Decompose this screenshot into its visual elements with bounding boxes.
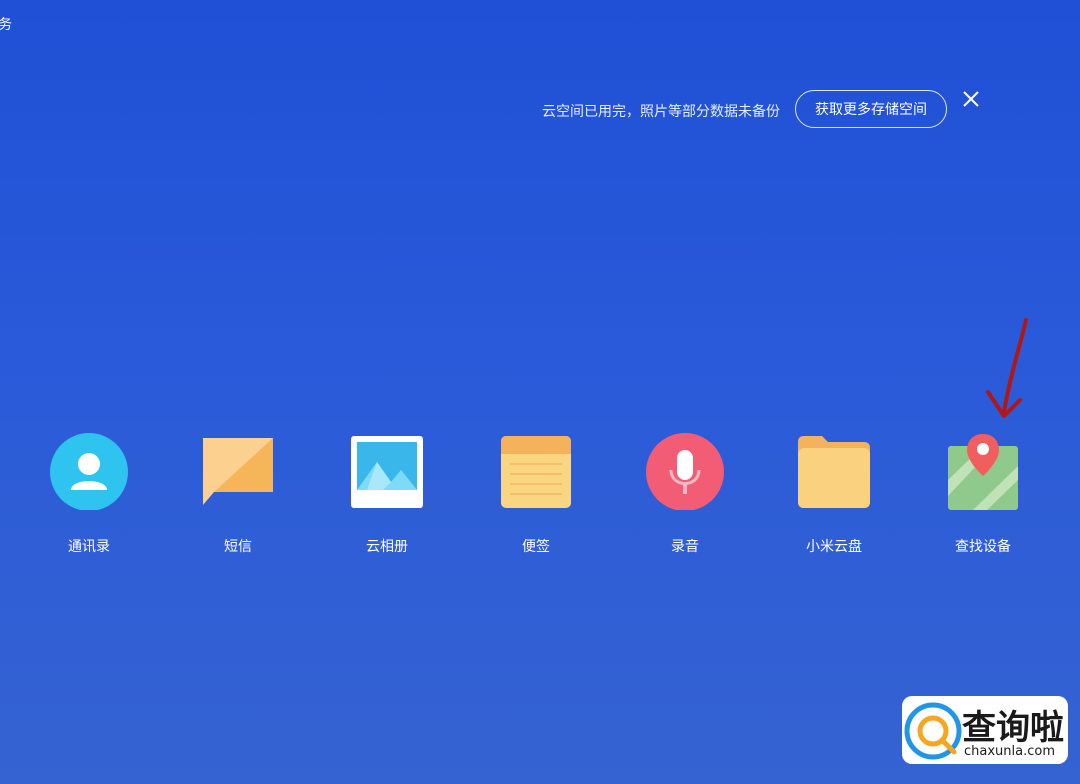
app-label: 便签 (522, 539, 550, 555)
cloud-drive-icon (798, 436, 870, 508)
close-icon[interactable] (960, 88, 982, 110)
watermark-url: chaxunla.com (964, 744, 1055, 759)
app-find-device[interactable]: 查找设备 (923, 430, 1043, 560)
app-label: 查找设备 (955, 539, 1011, 555)
watermark-title: 查询啦 (962, 708, 1064, 748)
app-label: 录音 (671, 539, 699, 555)
app-notes[interactable]: 便签 (476, 430, 596, 560)
storage-notice: 云空间已用完，照片等部分数据未备份 获取更多存储空间 (540, 90, 1040, 130)
messages-icon (203, 438, 273, 505)
find-device-icon (948, 434, 1018, 510)
app-label: 小米云盘 (806, 539, 862, 555)
site-watermark: 查询啦 chaxunla.com (902, 696, 1068, 764)
recorder-icon (646, 433, 724, 510)
app-label: 通讯录 (68, 539, 110, 555)
contacts-icon (50, 433, 128, 510)
notes-icon (501, 436, 571, 508)
app-contacts[interactable]: 通讯录 (29, 430, 149, 560)
get-more-storage-button[interactable]: 获取更多存储空间 (795, 90, 947, 128)
app-cloud-drive[interactable]: 小米云盘 (774, 430, 894, 560)
storage-notice-message: 云空间已用完，照片等部分数据未备份 (542, 104, 780, 120)
corner-text: 务 (0, 17, 12, 33)
app-recorder[interactable]: 录音 (625, 430, 745, 560)
app-grid: 通讯录 短信 云相册 便签 录音 小米云盘 查找设备 (0, 430, 1080, 570)
annotation-arrow-icon (986, 318, 1028, 418)
app-label: 短信 (224, 539, 252, 555)
app-label: 云相册 (366, 539, 408, 555)
gallery-icon (351, 436, 423, 508)
app-messages[interactable]: 短信 (178, 430, 298, 560)
search-logo-icon (904, 702, 962, 760)
app-gallery[interactable]: 云相册 (327, 430, 447, 560)
